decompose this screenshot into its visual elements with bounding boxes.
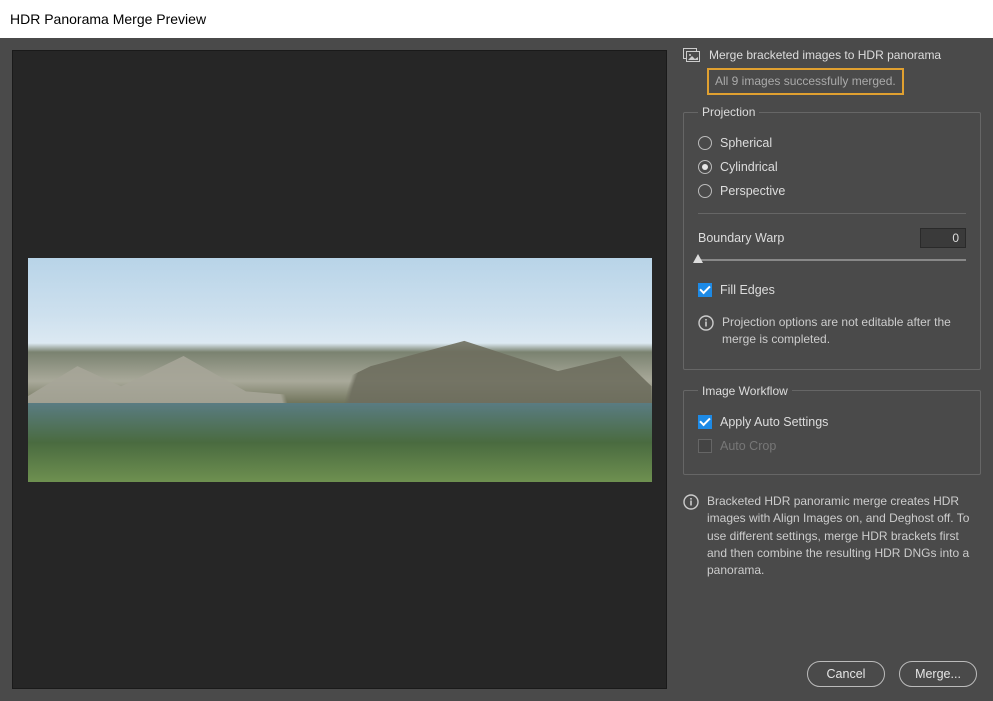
radio-label: Spherical — [720, 136, 772, 150]
radio-icon — [698, 136, 712, 150]
boundary-warp-group: Boundary Warp — [698, 228, 966, 266]
title-bar: HDR Panorama Merge Preview — [0, 0, 993, 38]
checkbox-icon — [698, 439, 712, 453]
radio-icon — [698, 160, 712, 174]
projection-note: Projection options are not editable afte… — [698, 310, 966, 353]
projection-group: Projection Spherical Cylindrical Perspec… — [683, 105, 981, 370]
image-workflow-group: Image Workflow Apply Auto Settings Auto … — [683, 384, 981, 475]
image-stack-icon — [683, 48, 701, 62]
projection-cylindrical[interactable]: Cylindrical — [698, 155, 966, 179]
button-label: Cancel — [827, 667, 866, 681]
fill-edges-checkbox[interactable]: Fill Edges — [698, 278, 966, 302]
boundary-warp-label: Boundary Warp — [698, 231, 784, 245]
radio-icon — [698, 184, 712, 198]
projection-legend: Projection — [698, 105, 759, 119]
radio-label: Perspective — [720, 184, 785, 198]
checkbox-label: Auto Crop — [720, 439, 776, 453]
merge-button[interactable]: Merge... — [899, 661, 977, 687]
help-note-text: Bracketed HDR panoramic merge creates HD… — [707, 493, 981, 580]
merge-status-highlight: All 9 images successfully merged. — [707, 68, 904, 95]
slider-handle-icon[interactable] — [693, 254, 703, 263]
divider — [698, 213, 966, 214]
projection-note-text: Projection options are not editable afte… — [722, 314, 966, 349]
projection-perspective[interactable]: Perspective — [698, 179, 966, 203]
window-title: HDR Panorama Merge Preview — [10, 11, 206, 27]
workflow-legend: Image Workflow — [698, 384, 792, 398]
side-panel: Merge bracketed images to HDR panorama A… — [679, 38, 993, 701]
hdr-panorama-dialog: HDR Panorama Merge Preview Merge bracket… — [0, 0, 993, 701]
info-icon — [698, 315, 714, 331]
checkbox-icon — [698, 415, 712, 429]
boundary-warp-input[interactable] — [920, 228, 966, 248]
footer-buttons: Cancel Merge... — [807, 661, 977, 687]
help-note: Bracketed HDR panoramic merge creates HD… — [683, 489, 981, 584]
preview-frame[interactable] — [12, 50, 667, 689]
apply-auto-settings-checkbox[interactable]: Apply Auto Settings — [698, 410, 966, 434]
content-area: Merge bracketed images to HDR panorama A… — [0, 38, 993, 701]
button-label: Merge... — [915, 667, 961, 681]
auto-crop-checkbox: Auto Crop — [698, 434, 966, 458]
panorama-preview-image — [28, 258, 652, 482]
merge-header-label: Merge bracketed images to HDR panorama — [709, 48, 941, 62]
info-icon — [683, 494, 699, 510]
checkbox-label: Fill Edges — [720, 283, 775, 297]
checkbox-icon — [698, 283, 712, 297]
merge-status-text: All 9 images successfully merged. — [715, 74, 896, 88]
merge-header: Merge bracketed images to HDR panorama — [683, 48, 981, 62]
boundary-warp-slider[interactable] — [698, 254, 966, 266]
preview-pane — [0, 38, 679, 701]
cancel-button[interactable]: Cancel — [807, 661, 885, 687]
radio-label: Cylindrical — [720, 160, 778, 174]
checkbox-label: Apply Auto Settings — [720, 415, 828, 429]
projection-spherical[interactable]: Spherical — [698, 131, 966, 155]
